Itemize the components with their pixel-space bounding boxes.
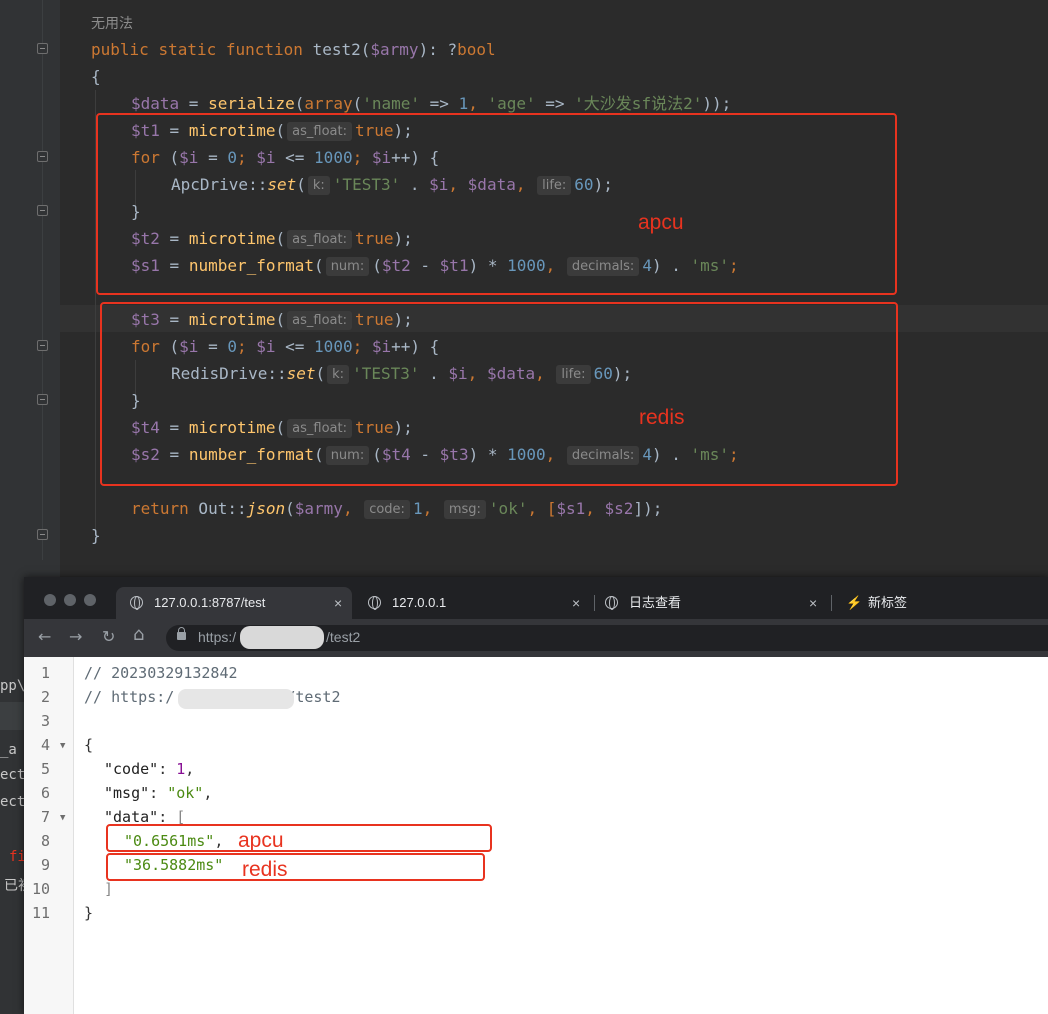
tab-close-icon[interactable]: × bbox=[334, 587, 342, 619]
home-icon[interactable]: ⌂ bbox=[133, 624, 144, 645]
fold-marker-endfor-apcu[interactable] bbox=[37, 205, 48, 216]
side-panel-fragment: ect bbox=[0, 767, 26, 783]
tab-close-icon[interactable]: × bbox=[809, 587, 817, 619]
tab-new[interactable]: ⚡ 新标签 bbox=[844, 587, 994, 619]
fold-triangle-icon[interactable]: ▼ bbox=[60, 741, 65, 751]
back-icon[interactable]: ← bbox=[38, 627, 51, 646]
tab-close-icon[interactable]: × bbox=[572, 587, 580, 619]
tab-bar: 127.0.0.1:8787/test × 127.0.0.1 × 日志查看 ×… bbox=[24, 577, 1048, 619]
side-panel-fragment: pp\ bbox=[0, 678, 26, 694]
annotation-box-redis-result bbox=[106, 853, 485, 881]
code-line-brace-open[interactable]: { bbox=[91, 63, 101, 90]
json-bracket-close: ] bbox=[104, 880, 114, 898]
annotation-label-apcu-result: apcu bbox=[238, 829, 284, 852]
fold-marker-for-apcu[interactable] bbox=[37, 151, 48, 162]
side-panel-fragment: ect bbox=[0, 794, 26, 810]
globe-icon bbox=[605, 596, 618, 610]
side-panel-selection bbox=[0, 702, 24, 730]
annotation-label-redis: redis bbox=[639, 406, 685, 429]
annotation-box-apcu-result bbox=[106, 824, 492, 852]
tab-log-viewer[interactable]: 日志查看 × bbox=[605, 587, 821, 619]
json-viewer: 1 2 3 4 ▼ 5 6 7 ▼ 8 9 10 11 // 202303291… bbox=[24, 657, 1048, 1014]
window-close-button[interactable] bbox=[44, 594, 56, 606]
bolt-icon: ⚡ bbox=[846, 595, 863, 610]
fold-triangle-icon[interactable]: ▼ bbox=[60, 813, 65, 823]
url-prefix: https:/ bbox=[198, 629, 237, 645]
forward-icon[interactable]: → bbox=[69, 627, 82, 646]
window-zoom-button[interactable] bbox=[84, 594, 96, 606]
line-number-gutter: 1 2 3 4 ▼ 5 6 7 ▼ 8 9 10 11 bbox=[24, 657, 74, 1014]
window-minimize-button[interactable] bbox=[64, 594, 76, 606]
lock-icon bbox=[177, 627, 186, 640]
annotation-box-redis bbox=[100, 302, 898, 486]
globe-icon bbox=[130, 596, 143, 610]
fold-marker-function[interactable] bbox=[37, 43, 48, 54]
code-line-brace-close[interactable]: } bbox=[91, 522, 101, 549]
code-line-signature[interactable]: public static function test2($army): ?bo… bbox=[91, 36, 496, 63]
fold-marker-function-end[interactable] bbox=[37, 529, 48, 540]
reload-icon[interactable]: ↻ bbox=[102, 627, 115, 646]
browser-toolbar: ← → ↻ ⌂ https:/ /test2 bbox=[24, 619, 1048, 657]
fold-marker-endfor-redis[interactable] bbox=[37, 394, 48, 405]
gutter-guide bbox=[42, 0, 43, 560]
annotation-box-apcu bbox=[96, 113, 897, 295]
json-comment-timestamp: // 20230329132842 bbox=[84, 664, 238, 682]
url-redacted bbox=[178, 689, 294, 709]
globe-icon bbox=[368, 596, 381, 610]
json-brace-open: { bbox=[84, 736, 94, 754]
url-redacted bbox=[240, 626, 324, 649]
fold-marker-for-redis[interactable] bbox=[37, 340, 48, 351]
browser-window: 127.0.0.1:8787/test × 127.0.0.1 × 日志查看 ×… bbox=[24, 577, 1048, 1014]
json-brace-close: } bbox=[84, 904, 94, 922]
tab-test[interactable]: 127.0.0.1:8787/test × bbox=[116, 587, 352, 619]
param-hint: msg: bbox=[443, 500, 486, 519]
side-panel-fragment: _a bbox=[0, 742, 17, 758]
annotation-label-apcu: apcu bbox=[638, 211, 684, 234]
json-line-code: "code": 1, bbox=[104, 760, 195, 778]
address-bar[interactable]: https:/ /test2 bbox=[166, 625, 1048, 651]
tab-localhost[interactable]: 127.0.0.1 × bbox=[368, 587, 584, 619]
json-line-msg: "msg": "ok", bbox=[104, 784, 213, 802]
param-hint: code: bbox=[364, 500, 410, 519]
tab-separator bbox=[831, 595, 832, 611]
url-suffix: /test2 bbox=[326, 629, 361, 645]
code-line-return[interactable]: return Out::json($army, code: 1, msg:'ok'… bbox=[131, 495, 662, 522]
tab-separator bbox=[594, 595, 595, 611]
annotation-label-redis-result: redis bbox=[242, 858, 288, 881]
usage-hint: 无用法 bbox=[91, 16, 133, 32]
